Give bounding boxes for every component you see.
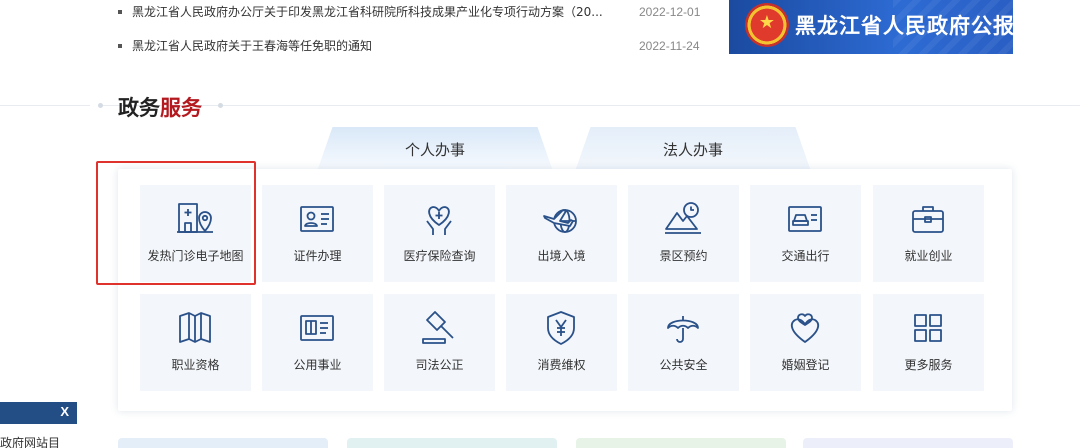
service-label: 就业创业 [904, 249, 953, 263]
service-medical-insurance[interactable]: 医疗保险查询 [384, 185, 495, 282]
popup-link[interactable]: 民政府网站目 [0, 436, 60, 448]
bottom-card[interactable] [347, 438, 557, 448]
tab-label: 个人办事 [404, 141, 465, 159]
news-date: 2022-12-01 [639, 5, 701, 19]
national-emblem-icon [745, 3, 789, 47]
service-judicial-justice[interactable]: 司法公正 [384, 294, 495, 391]
service-label: 医疗保险查询 [403, 249, 476, 263]
news-title[interactable]: 黑龙江省人民政府关于王春海等任免职的通知 [132, 36, 372, 56]
service-public-safety[interactable]: 公共安全 [628, 294, 739, 391]
service-professional-qualification[interactable]: 职业资格 [140, 294, 251, 391]
umbrella-icon [663, 308, 703, 348]
service-label: 景区预约 [659, 249, 708, 263]
service-transport[interactable]: 交通出行 [750, 185, 861, 282]
mountain-clock-icon [663, 199, 703, 239]
section-title: 政务服务 [90, 90, 202, 120]
news-date: 2022-11-24 [639, 39, 700, 53]
utility-card-icon [297, 308, 337, 348]
side-popup: X 民政府网站目 [0, 402, 77, 448]
shield-yuan-icon [541, 308, 581, 348]
plane-globe-icon [541, 199, 581, 239]
service-label: 消费维权 [537, 358, 586, 372]
service-public-utilities[interactable]: 公用事业 [262, 294, 373, 391]
news-title[interactable]: 黑龙江省人民政府办公厅关于印发黑龙江省科研院所科技成果产业化专项行动方案（20.… [132, 2, 603, 22]
title-dot [218, 103, 223, 108]
tab-corporate[interactable]: 法人办事 [568, 127, 818, 170]
service-scenic-booking[interactable]: 景区预约 [628, 185, 739, 282]
popup-text[interactable]: 民政府网站目 [0, 434, 77, 448]
tab-label: 法人办事 [662, 141, 723, 159]
service-employment[interactable]: 就业创业 [873, 185, 984, 282]
service-label: 更多服务 [904, 358, 953, 372]
section-title-part1: 政务 [118, 96, 160, 120]
grid-icon [908, 308, 948, 348]
bullet [118, 10, 122, 14]
id-card-icon [297, 199, 337, 239]
service-consumer-rights[interactable]: 消费维权 [506, 294, 617, 391]
car-card-icon [785, 199, 825, 239]
service-label: 出境入境 [537, 249, 586, 263]
tab-personal[interactable]: 个人办事 [310, 127, 560, 170]
bottom-card[interactable] [576, 438, 786, 448]
service-marriage-registration[interactable]: 婚姻登记 [750, 294, 861, 391]
heart-hand-icon [419, 199, 459, 239]
popup-header: X [0, 402, 77, 424]
service-label: 公用事业 [293, 358, 342, 372]
bottom-card[interactable] [118, 438, 328, 448]
service-label: 职业资格 [171, 358, 220, 372]
briefcase-icon [908, 199, 948, 239]
service-label: 证件办理 [293, 249, 342, 263]
news-item[interactable]: 黑龙江省人民政府关于王春海等任免职的通知 2022-11-24 [118, 36, 718, 56]
service-label: 交通出行 [781, 249, 830, 263]
bottom-card[interactable] [803, 438, 1013, 448]
service-more[interactable]: 更多服务 [873, 294, 984, 391]
close-icon[interactable]: X [60, 404, 69, 419]
service-id-card[interactable]: 证件办理 [262, 185, 373, 282]
service-label: 婚姻登记 [781, 358, 830, 372]
service-label: 公共安全 [659, 358, 708, 372]
service-label: 司法公正 [415, 358, 464, 372]
gazette-banner[interactable]: 黑龙江省人民政府公报 [729, 0, 1013, 54]
book-icon [175, 308, 215, 348]
news-item[interactable]: 黑龙江省人民政府办公厅关于印发黑龙江省科研院所科技成果产业化专项行动方案（20.… [118, 2, 718, 22]
gavel-icon [419, 308, 459, 348]
highlight-box [96, 161, 256, 285]
gazette-title: 黑龙江省人民政府公报 [795, 13, 1013, 38]
service-exit-entry[interactable]: 出境入境 [506, 185, 617, 282]
bullet [118, 44, 122, 48]
hearts-icon [785, 308, 825, 348]
title-dot [98, 103, 103, 108]
section-title-part2: 服务 [160, 96, 202, 120]
